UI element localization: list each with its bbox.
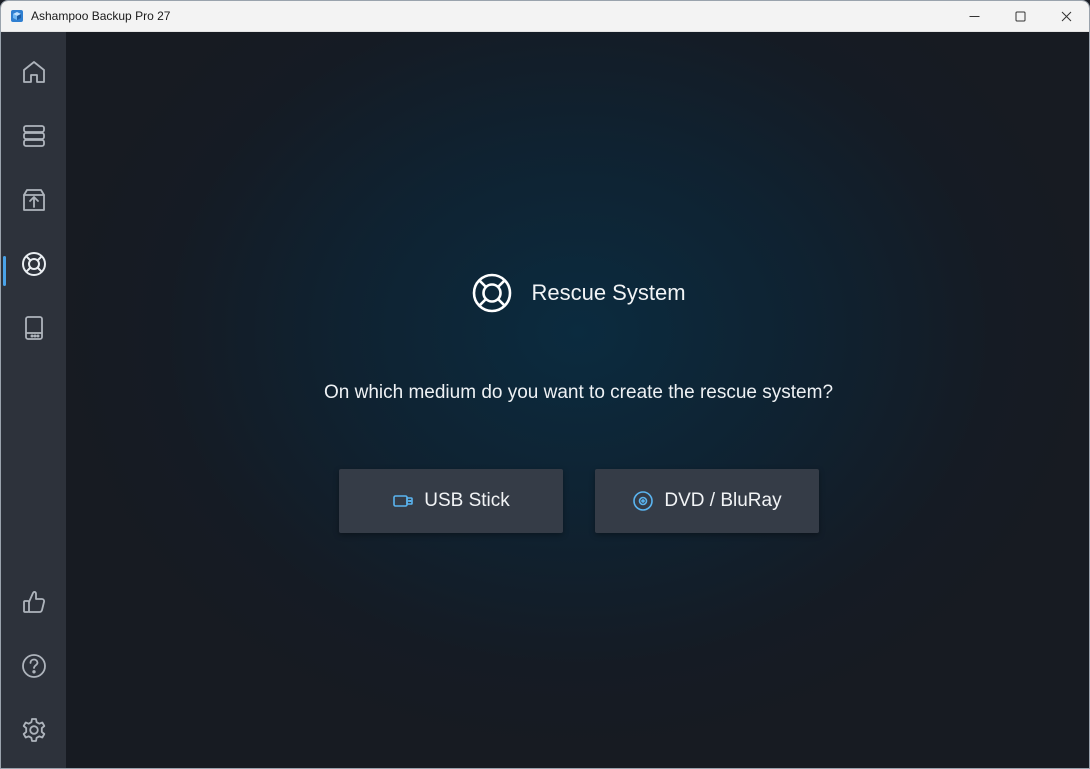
usb-stick-icon [393, 495, 414, 507]
window-title: Ashampoo Backup Pro 27 [31, 9, 171, 23]
page-heading: Rescue System [66, 272, 1089, 314]
sidebar-item-help[interactable] [1, 642, 66, 690]
sidebar-item-home[interactable] [1, 48, 66, 96]
help-icon [21, 654, 46, 678]
close-button[interactable] [1043, 1, 1089, 32]
drive-icon [24, 316, 43, 340]
sidebar-item-storage[interactable] [1, 112, 66, 160]
dvd-bluray-label: DVD / BluRay [664, 490, 782, 511]
window-controls [951, 1, 1089, 32]
disc-icon [633, 491, 654, 511]
storage-icon [22, 125, 45, 147]
sidebar-item-rescue-system[interactable] [1, 240, 66, 288]
maximize-button[interactable] [997, 1, 1043, 32]
restore-box-icon [22, 189, 45, 211]
page-title: Rescue System [531, 280, 686, 305]
minimize-button[interactable] [951, 1, 997, 32]
main-content: Rescue System On which medium do you wan… [66, 32, 1089, 768]
settings-icon [22, 718, 45, 742]
lifebuoy-icon [21, 252, 46, 276]
home-icon [22, 61, 45, 83]
sidebar-item-drive[interactable] [1, 304, 66, 352]
dvd-bluray-button[interactable]: DVD / BluRay [595, 469, 819, 533]
title-bar[interactable]: Ashampoo Backup Pro 27 [1, 1, 1089, 32]
sidebar-item-restore[interactable] [1, 176, 66, 224]
sidebar [1, 32, 66, 768]
sidebar-item-settings[interactable] [1, 706, 66, 754]
usb-stick-label: USB Stick [424, 490, 510, 511]
usb-stick-button[interactable]: USB Stick [339, 469, 563, 533]
app-logo-icon [11, 10, 23, 22]
maximize-icon [1015, 11, 1025, 22]
sidebar-item-feedback[interactable] [1, 578, 66, 626]
medium-question: On which medium do you want to create th… [323, 382, 834, 403]
app-window: Ashampoo Backup Pro 27 Rescue System On … [0, 0, 1090, 769]
thumbs-up-icon [22, 591, 45, 613]
close-icon [1061, 11, 1071, 22]
lifebuoy-icon [473, 273, 512, 313]
minimize-icon [969, 16, 979, 17]
